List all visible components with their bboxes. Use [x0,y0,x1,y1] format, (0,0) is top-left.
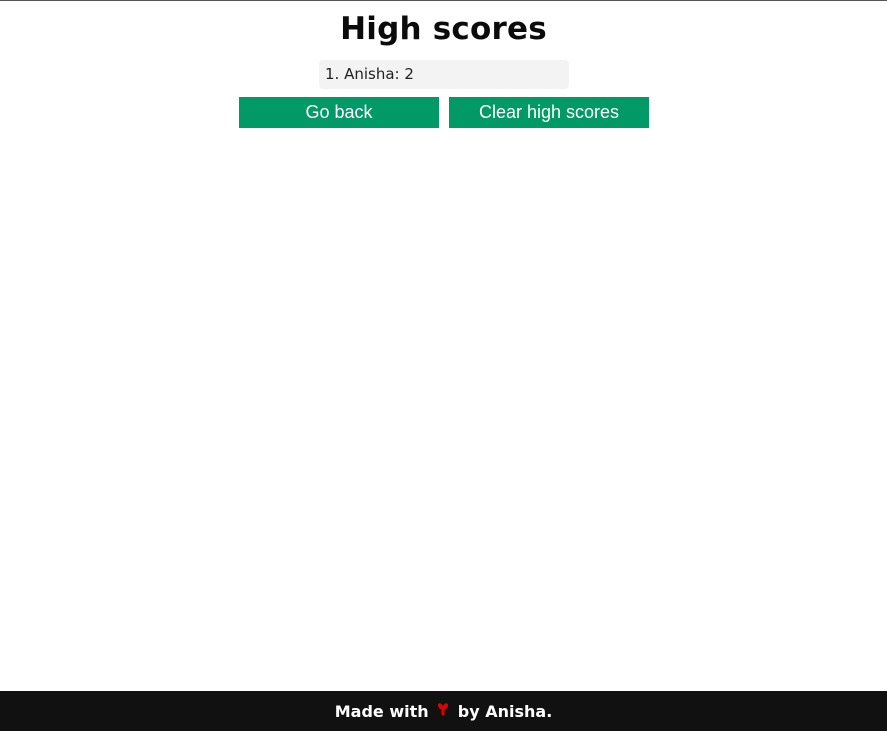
go-back-button[interactable]: Go back [239,97,439,128]
heart-icon [438,691,449,731]
clear-high-scores-button[interactable]: Clear high scores [449,97,649,128]
page-title: High scores [340,11,547,47]
page: High scores 1. Anisha: 2 Go back Clear h… [0,0,887,731]
high-scores-list: 1. Anisha: 2 [319,60,569,89]
footer-prefix: Made with [334,702,429,721]
list-item: 1. Anisha: 2 [319,60,569,89]
footer: Made with by Anisha. [0,691,887,731]
footer-suffix: by Anisha. [457,702,553,721]
